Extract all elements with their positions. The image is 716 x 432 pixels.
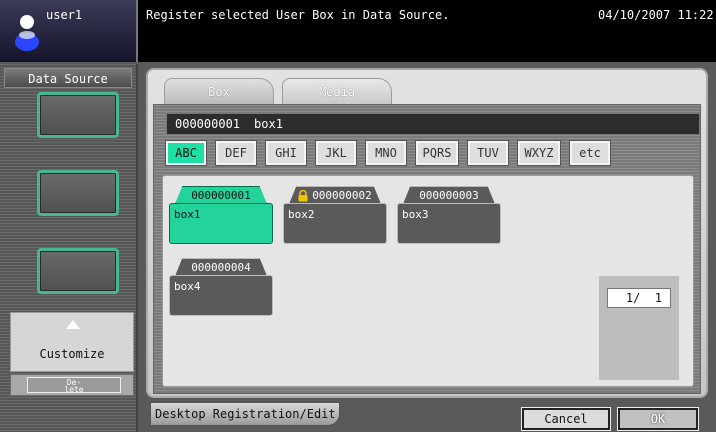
desktop-registration-button[interactable]: Desktop Registration/Edit xyxy=(150,402,340,426)
user-box-4[interactable]: 000000004 box4 xyxy=(169,258,273,316)
header-bar: user1 Register selected User Box in Data… xyxy=(0,0,716,62)
user-icon xyxy=(15,15,39,51)
box-number: 000000002 xyxy=(312,189,372,202)
user-panel: user1 xyxy=(0,0,138,62)
data-source-slot-1[interactable] xyxy=(37,92,119,138)
box-name: box2 xyxy=(283,203,387,244)
index-key-pqrs[interactable]: PQRS xyxy=(415,140,459,166)
ok-button[interactable]: OK xyxy=(617,407,699,431)
user-box-1[interactable]: 000000001 box1 xyxy=(169,186,273,244)
customize-button[interactable]: Customize xyxy=(10,312,134,372)
instruction-message: Register selected User Box in Data Sourc… xyxy=(146,8,450,22)
box-name: box1 xyxy=(169,203,273,244)
selected-box-number: 000000001 xyxy=(175,117,241,131)
user-box-3[interactable]: 000000003 box3 xyxy=(397,186,501,244)
page-indicator: 1/ 1 xyxy=(607,288,671,308)
tab-media[interactable]: Media xyxy=(282,78,392,106)
selected-box-name: box1 xyxy=(254,117,283,131)
index-key-etc[interactable]: etc xyxy=(569,140,611,166)
box-number-tab: 000000002 xyxy=(289,186,381,204)
pagination-panel: 1/ 1 xyxy=(599,276,679,380)
data-source-title: Data Source xyxy=(4,68,132,88)
index-key-jkl[interactable]: JKL xyxy=(315,140,357,166)
index-key-abc[interactable]: ABC xyxy=(165,140,207,166)
data-source-panel: Data Source Customize De- lete xyxy=(0,64,138,432)
selected-box-display: 000000001 box1 xyxy=(166,113,700,135)
customize-label: Customize xyxy=(39,347,105,361)
cancel-button[interactable]: Cancel xyxy=(521,407,611,431)
box-number: 000000004 xyxy=(175,258,267,276)
index-key-tuv[interactable]: TUV xyxy=(467,140,509,166)
datetime: 04/10/2007 11:22 xyxy=(598,8,714,22)
delete-button[interactable]: De- lete xyxy=(27,377,121,394)
data-source-slot-3[interactable] xyxy=(37,248,119,294)
box-grid: 000000001 box1 000000002 box2 000000003 … xyxy=(162,175,694,387)
user-box-2[interactable]: 000000002 box2 xyxy=(283,186,387,244)
index-key-def[interactable]: DEF xyxy=(215,140,257,166)
box-number: 000000001 xyxy=(175,186,267,204)
arrow-up-icon xyxy=(66,320,80,329)
data-source-slot-2[interactable] xyxy=(37,170,119,216)
user-name: user1 xyxy=(46,8,83,22)
index-key-mno[interactable]: MNO xyxy=(365,140,407,166)
delete-area: De- lete xyxy=(10,374,134,396)
delete-label-2: lete xyxy=(64,385,84,394)
box-number: 000000003 xyxy=(403,186,495,204)
box-name: box4 xyxy=(169,275,273,316)
tab-box[interactable]: Box xyxy=(164,78,274,106)
box-name: box3 xyxy=(397,203,501,244)
index-key-wxyz[interactable]: WXYZ xyxy=(517,140,561,166)
index-key-ghi[interactable]: GHI xyxy=(265,140,307,166)
main-panel: Box Media 000000001 box1 ABC DEF GHI JKL … xyxy=(146,68,708,398)
box-list-panel: 000000001 box1 ABC DEF GHI JKL MNO PQRS T… xyxy=(153,104,701,394)
lock-icon xyxy=(298,190,308,202)
